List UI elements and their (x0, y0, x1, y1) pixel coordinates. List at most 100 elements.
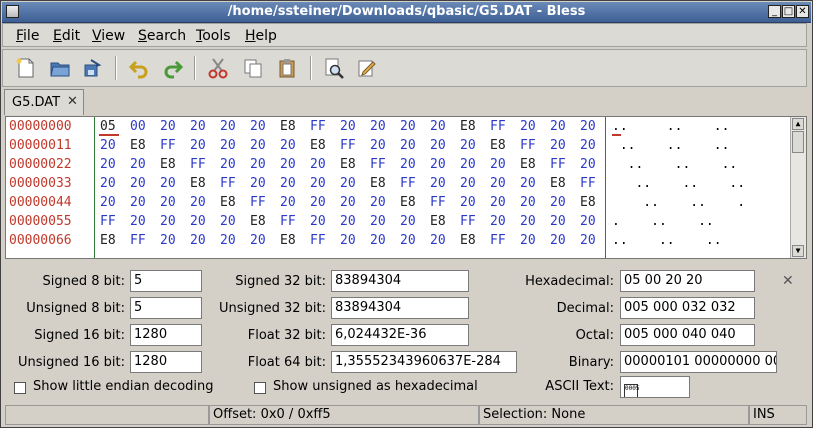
hex-byte[interactable]: 20 (520, 194, 540, 212)
redo-icon[interactable] (160, 55, 186, 81)
hex-byte[interactable]: 20 (460, 194, 480, 212)
hex-byte[interactable]: 20 (250, 118, 270, 136)
hex-byte[interactable]: FF (490, 118, 510, 136)
hex-byte[interactable]: E8 (460, 232, 480, 250)
hex-byte[interactable]: 20 (100, 175, 120, 193)
hex-byte[interactable]: 20 (550, 194, 570, 212)
ascii-cell[interactable]: . .. .. (612, 213, 745, 231)
ascii-cell[interactable]: .. .. .. (612, 156, 738, 174)
close-icon[interactable]: ✕ (796, 5, 809, 18)
hex-byte[interactable]: FF (340, 137, 360, 155)
hex-byte[interactable]: 20 (430, 137, 450, 155)
hex-byte[interactable]: 20 (460, 175, 480, 193)
hex-byte[interactable]: 20 (370, 137, 390, 155)
signed-16-field[interactable]: 1280 (130, 324, 202, 346)
hex-byte[interactable]: 20 (370, 232, 390, 250)
new-file-icon[interactable] (13, 55, 39, 81)
hex-byte[interactable]: E8 (100, 232, 120, 250)
hex-byte[interactable]: 20 (100, 194, 120, 212)
minimize-icon[interactable]: _ (768, 5, 781, 18)
hex-byte[interactable]: 20 (490, 213, 510, 231)
hex-byte[interactable]: 20 (250, 137, 270, 155)
hex-byte[interactable]: FF (550, 156, 570, 174)
preferences-icon[interactable] (354, 55, 380, 81)
hex-byte[interactable]: 20 (310, 156, 330, 174)
hex-byte[interactable]: 20 (220, 137, 240, 155)
hex-byte[interactable]: 20 (190, 194, 210, 212)
hex-byte[interactable]: 20 (160, 232, 180, 250)
binary-field[interactable]: 00000101 00000000 00 (620, 351, 777, 373)
hex-byte[interactable]: 20 (490, 194, 510, 212)
hex-byte[interactable]: 20 (160, 118, 180, 136)
hex-byte[interactable]: 20 (550, 232, 570, 250)
hex-byte[interactable]: FF (130, 232, 150, 250)
menu-help[interactable]: Help (245, 28, 277, 44)
ascii-cell[interactable]: .. .. .. (612, 232, 745, 250)
hex-byte[interactable]: 20 (370, 213, 390, 231)
hex-byte[interactable]: 20 (550, 213, 570, 231)
unsigned-8-field[interactable]: 5 (130, 297, 202, 319)
hex-byte[interactable]: 20 (490, 175, 510, 193)
menu-file[interactable]: File (16, 28, 39, 44)
hex-byte[interactable]: E8 (370, 175, 390, 193)
hex-byte[interactable]: FF (370, 156, 390, 174)
hex-byte[interactable]: 20 (520, 213, 540, 231)
hex-byte[interactable]: 20 (280, 156, 300, 174)
hex-byte[interactable]: 20 (580, 232, 600, 250)
unsigned-hex-checkbox[interactable] (254, 382, 266, 394)
hex-byte[interactable]: 20 (400, 213, 420, 231)
hex-byte[interactable]: E8 (340, 156, 360, 174)
hex-byte[interactable]: 20 (400, 137, 420, 155)
hex-byte[interactable]: FF (190, 156, 210, 174)
hex-byte[interactable]: FF (400, 175, 420, 193)
hex-byte[interactable]: 00 (130, 118, 150, 136)
hex-byte[interactable]: 20 (130, 194, 150, 212)
hex-byte[interactable]: 20 (160, 213, 180, 231)
hex-byte[interactable]: 20 (190, 232, 210, 250)
hex-byte[interactable]: FF (580, 175, 600, 193)
hex-byte[interactable]: FF (520, 137, 540, 155)
octal-field[interactable]: 005 000 040 040 (620, 324, 755, 346)
ascii-cell[interactable]: .. .. .. (612, 118, 729, 136)
hex-byte[interactable]: E8 (580, 194, 600, 212)
menu-view[interactable]: View (92, 28, 125, 44)
hex-byte[interactable]: 20 (430, 156, 450, 174)
hex-byte[interactable]: FF (160, 137, 180, 155)
hex-byte[interactable]: E8 (160, 156, 180, 174)
hex-byte[interactable]: E8 (280, 118, 300, 136)
hex-byte[interactable]: 20 (280, 175, 300, 193)
hex-byte[interactable]: 20 (160, 175, 180, 193)
ascii-cell[interactable]: .. .. .. (612, 175, 745, 193)
ascii-text-field[interactable]: 0005 (620, 376, 690, 398)
hex-editor-view[interactable]: 00000000 00000011 00000022 00000033 00000044… (5, 116, 807, 259)
hex-byte[interactable]: FF (490, 232, 510, 250)
hex-byte[interactable]: E8 (280, 232, 300, 250)
hex-byte[interactable]: 20 (340, 194, 360, 212)
vertical-scrollbar[interactable]: ▲ ▼ (790, 117, 806, 258)
hex-byte[interactable]: 20 (460, 137, 480, 155)
undo-icon[interactable] (126, 55, 152, 81)
tab-close-icon[interactable]: ✕ (67, 94, 78, 109)
hex-byte[interactable]: 20 (370, 118, 390, 136)
scroll-up-icon[interactable]: ▲ (792, 118, 804, 130)
ascii-cell[interactable]: .. .. .. (612, 137, 730, 155)
hex-byte[interactable]: FF (100, 213, 120, 231)
little-endian-checkbox[interactable] (14, 382, 26, 394)
hex-byte[interactable]: 20 (580, 213, 600, 231)
hex-byte[interactable]: 20 (580, 118, 600, 136)
hex-byte[interactable]: 20 (490, 156, 510, 174)
hex-byte[interactable]: 20 (550, 137, 570, 155)
hex-byte[interactable]: 20 (400, 232, 420, 250)
hex-byte[interactable]: 20 (250, 232, 270, 250)
float-32-field[interactable]: 6,024432E-36 (331, 324, 469, 346)
hex-byte[interactable]: E8 (490, 137, 510, 155)
cut-icon[interactable] (205, 55, 231, 81)
decimal-field[interactable]: 005 000 032 032 (620, 297, 755, 319)
hex-byte[interactable]: 20 (370, 194, 390, 212)
hex-byte[interactable]: 20 (550, 118, 570, 136)
find-icon[interactable] (321, 55, 347, 81)
hex-byte[interactable]: 20 (520, 175, 540, 193)
ascii-column[interactable]: .. .. .. .. .. .. .. .. .. .. .. .. .. .… (606, 117, 792, 258)
tab-g5-dat[interactable]: G5.DAT ✕ (4, 89, 84, 115)
maximize-icon[interactable]: □ (782, 5, 795, 18)
